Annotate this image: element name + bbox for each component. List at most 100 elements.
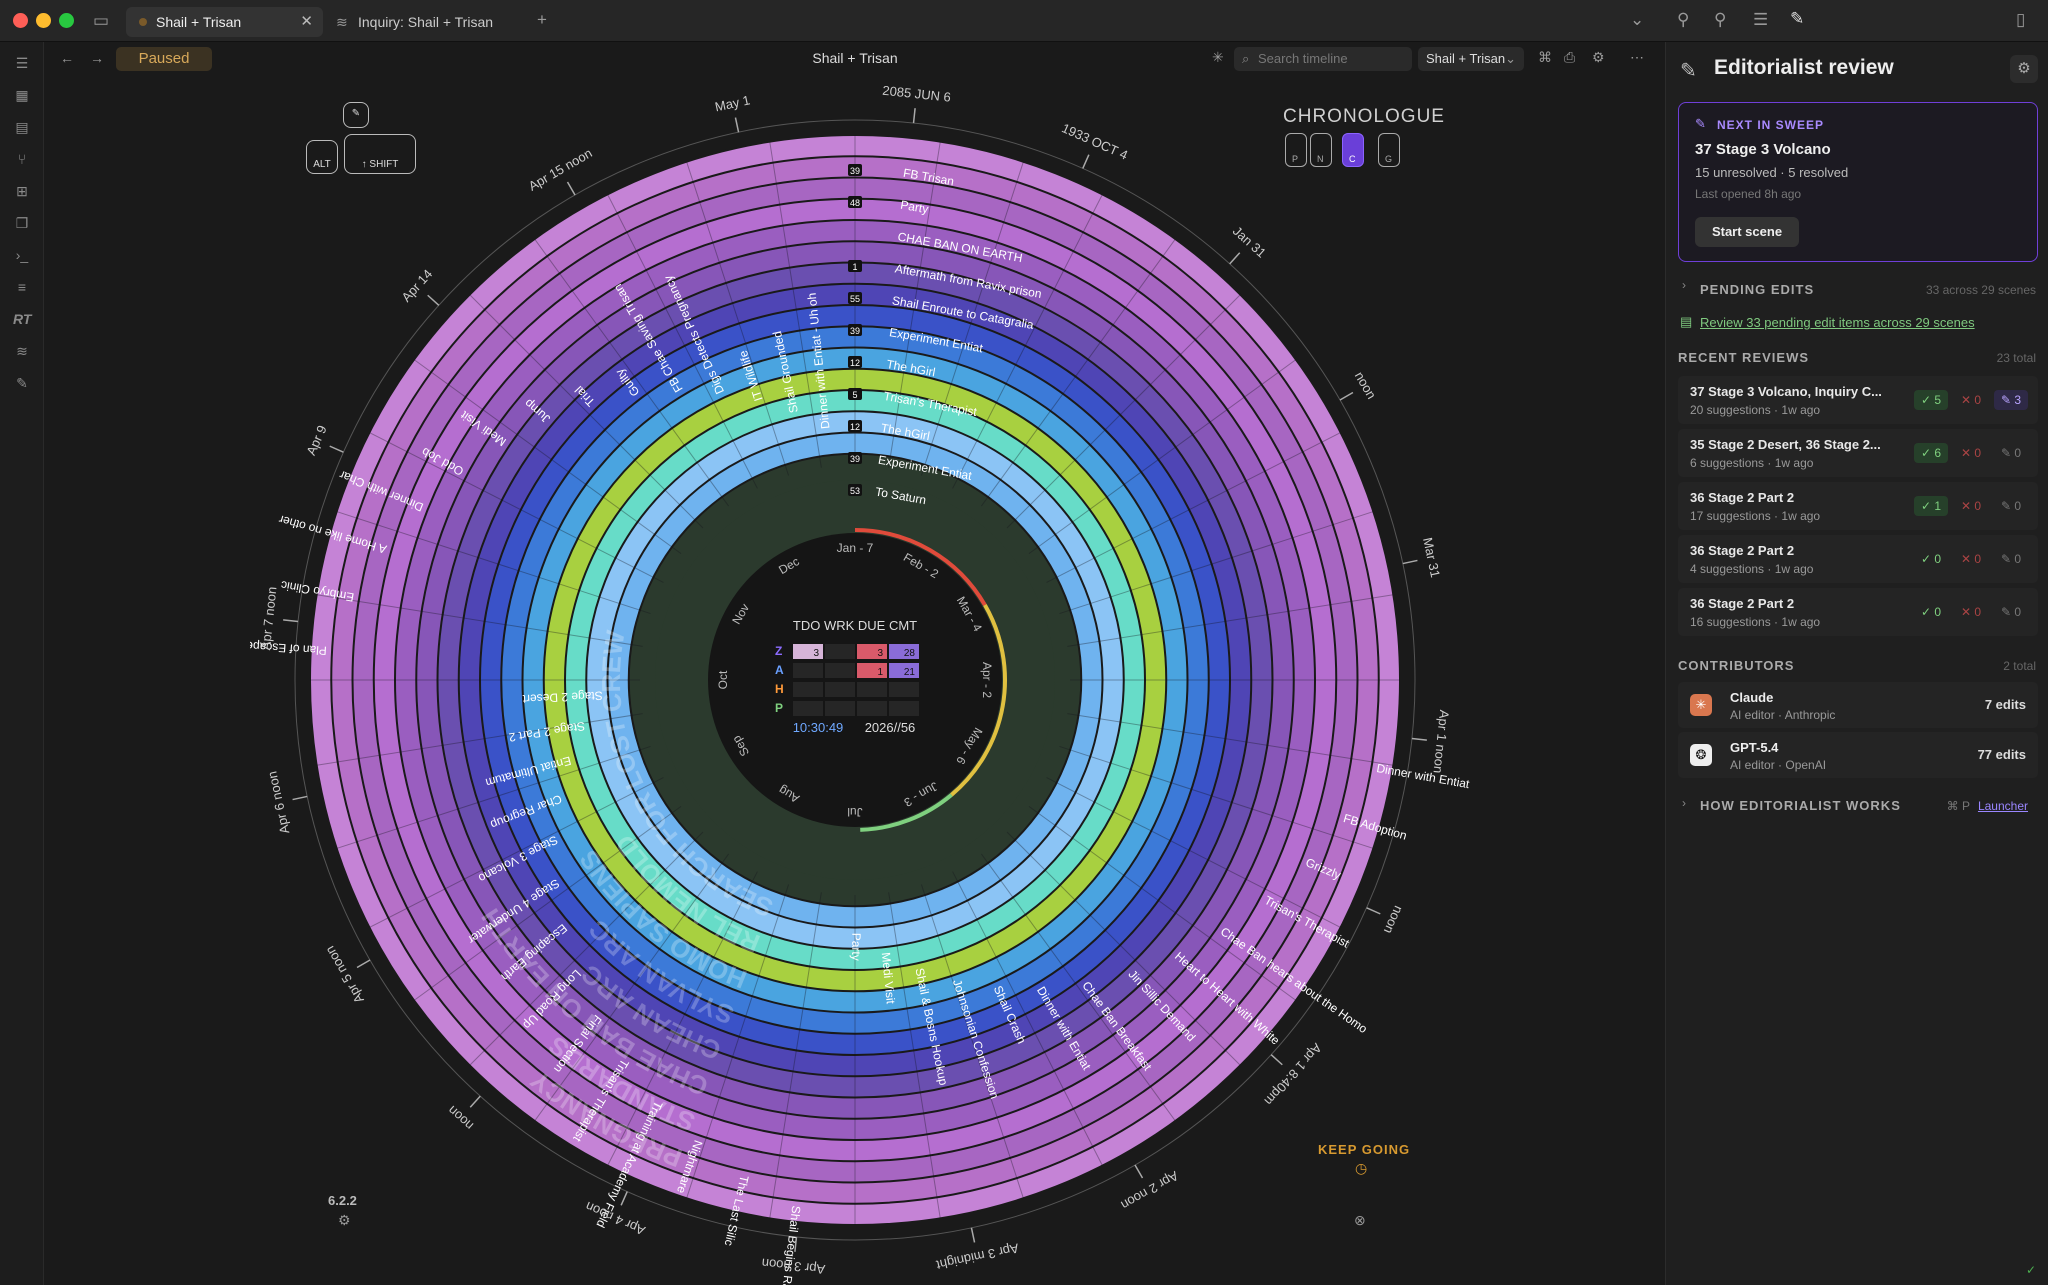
status-row-label: H [775, 682, 784, 696]
review-pending-link[interactable]: Review 33 pending edit items across 29 s… [1700, 315, 1975, 330]
status-cell [825, 663, 855, 678]
back-icon[interactable]: ← [60, 50, 74, 66]
plugin-icon[interactable]: ⚲ [1677, 10, 1689, 30]
review-title: 35 Stage 2 Desert, 36 Stage 2... [1690, 437, 1881, 452]
tab-inquiry[interactable]: ≋ Inquiry: Shail + Trisan [328, 7, 518, 37]
review-item[interactable]: 36 Stage 2 Part 2 16 suggestions · 1w ago… [1678, 588, 2038, 636]
tab-close-icon[interactable]: ✕ [300, 7, 313, 37]
copy-icon[interactable]: ❐ [13, 214, 31, 232]
date-tick [427, 294, 440, 306]
layout-icon[interactable]: ▦ [13, 86, 31, 104]
chevron-right-icon[interactable]: › [1682, 796, 1686, 810]
review-item[interactable]: 35 Stage 2 Desert, 36 Stage 2... 6 sugges… [1678, 429, 2038, 477]
title-bar: ▭ Shail + Trisan ✕ ≋ Inquiry: Shail + Tr… [0, 0, 2048, 42]
graph-icon[interactable]: ⑂ [13, 150, 31, 168]
date-tick [1339, 391, 1354, 401]
list-icon[interactable]: ☰ [1753, 10, 1768, 30]
review-item[interactable]: 37 Stage 3 Volcano, Inquiry C... 20 sugge… [1678, 376, 2038, 424]
asterisk-icon[interactable]: ✳ [1212, 49, 1224, 66]
status-cell-value: 21 [904, 667, 916, 678]
timeline-wheel[interactable]: DecJan - 7Feb - 2Mar - 4Apr - 2May - 6Ju… [250, 70, 1470, 1285]
date-label: Apr 5 noon [322, 943, 367, 1006]
waves-icon[interactable]: ≋ [13, 342, 31, 360]
chevron-down-icon[interactable]: ⌄ [1630, 10, 1644, 30]
status-badge[interactable]: Paused [116, 47, 212, 71]
help-icon[interactable]: ⊗ [1354, 1212, 1366, 1229]
print-icon[interactable]: ⎙ [1564, 49, 1575, 66]
scene-count: 39 [850, 166, 860, 176]
how-editorialist-works[interactable]: HOW EDITORIALIST WORKS [1700, 798, 1901, 813]
date-label: 1933 OCT 4 [1059, 120, 1130, 162]
month-label: Jan - 7 [837, 541, 874, 555]
rt-icon[interactable]: RT [13, 310, 31, 328]
bug-icon[interactable]: ⚙ [338, 1212, 351, 1229]
forward-icon[interactable]: → [90, 50, 104, 66]
contributor-gpt[interactable]: ❂ GPT-5.4 AI editor · OpenAI 77 edits [1678, 732, 2038, 778]
launcher-link[interactable]: Launcher [1978, 799, 2028, 813]
review-title: 37 Stage 3 Volcano, Inquiry C... [1690, 384, 1882, 399]
date-tick [912, 108, 916, 124]
new-tab-icon[interactable]: + [537, 10, 547, 30]
date-tick [292, 795, 308, 801]
terminal-icon[interactable]: ›_ [13, 246, 31, 264]
accepted-count: ✓ 0 [1920, 605, 1942, 619]
editorialist-icon[interactable]: ✎ [1790, 9, 1804, 29]
tab-shail-trisan[interactable]: Shail + Trisan ✕ [126, 7, 323, 37]
scene-count: 39 [850, 454, 860, 464]
pending-edits-header[interactable]: PENDING EDITS [1700, 282, 1814, 297]
clock-time: 10:30:49 [793, 720, 844, 735]
date-tick [1366, 907, 1381, 915]
command-icon[interactable]: ⌘ [1538, 49, 1552, 66]
search-input[interactable]: ⌕ Search timeline [1234, 47, 1412, 71]
scope-select[interactable]: Shail + Trisan ⌄ [1418, 47, 1524, 71]
date-label: Apr 6 noon [264, 770, 292, 835]
right-sidebar-toggle-icon[interactable]: ▯ [2016, 10, 2025, 30]
grid-icon[interactable]: ⊞ [13, 182, 31, 200]
version-label: 6.2.2 [328, 1193, 357, 1208]
review-item[interactable]: 36 Stage 2 Part 2 17 suggestions · 1w ago… [1678, 482, 2038, 530]
status-cell [889, 701, 919, 716]
scene-count: 39 [850, 326, 860, 336]
contributors-count: 2 total [2003, 659, 2036, 673]
scene-count: 12 [850, 422, 860, 432]
start-scene-button[interactable]: Start scene [1695, 217, 1799, 247]
list-alt-icon[interactable]: ≡ [13, 278, 31, 296]
accepted-count: ✓ 6 [1914, 443, 1948, 463]
clock-face [708, 533, 1002, 827]
status-cell [857, 682, 887, 697]
review-subtitle: 16 suggestions · 1w ago [1690, 615, 1821, 629]
claude-logo-icon: ✳ [1690, 694, 1712, 716]
date-label: noon [445, 1103, 477, 1133]
sidebar-toggle-icon[interactable]: ▭ [93, 11, 109, 31]
status-cell [793, 701, 823, 716]
sweep-last-opened: Last opened 8h ago [1695, 187, 1802, 201]
chevron-right-icon[interactable]: › [1682, 278, 1686, 292]
more-icon[interactable]: ⋯ [1630, 49, 1644, 66]
date-tick [283, 619, 299, 623]
chevron-down-icon: ⌄ [1505, 51, 1516, 66]
panel-settings-button[interactable]: ⚙ [2010, 55, 2038, 83]
plugin-alt-icon[interactable]: ⚲ [1714, 10, 1726, 30]
scene-count: 1 [852, 262, 857, 272]
review-title: 36 Stage 2 Part 2 [1690, 490, 1795, 505]
page-title: Shail + Trisan [812, 50, 898, 66]
document-icon[interactable]: ▤ [13, 118, 31, 136]
left-ribbon: ☰ ▦ ▤ ⑂ ⊞ ❐ ›_ ≡ RT ≋ ✎ [0, 42, 44, 1285]
maximize-window-button[interactable] [59, 13, 74, 28]
date-tick [734, 117, 740, 133]
review-title: 36 Stage 2 Part 2 [1690, 543, 1795, 558]
scene-count: 48 [850, 198, 860, 208]
review-item[interactable]: 36 Stage 2 Part 2 4 suggestions · 1w ago ✓… [1678, 535, 2038, 583]
status-cell-value: 28 [904, 648, 916, 659]
pen-icon[interactable]: ✎ [13, 374, 31, 392]
panel-title: Editorialist review [1714, 56, 1894, 79]
close-window-button[interactable] [13, 13, 28, 28]
settings-icon[interactable]: ⚙ [1592, 49, 1605, 66]
contributor-claude[interactable]: ✳ Claude AI editor · Anthropic 7 edits [1678, 682, 2038, 728]
edited-count: ✎ 0 [2000, 499, 2022, 513]
minimize-window-button[interactable] [36, 13, 51, 28]
tab-label: Shail + Trisan [156, 14, 242, 30]
date-label: 2085 JUN 6 [882, 83, 952, 105]
checklist-icon[interactable]: ☰ [13, 54, 31, 72]
date-label: May 1 [714, 92, 752, 114]
